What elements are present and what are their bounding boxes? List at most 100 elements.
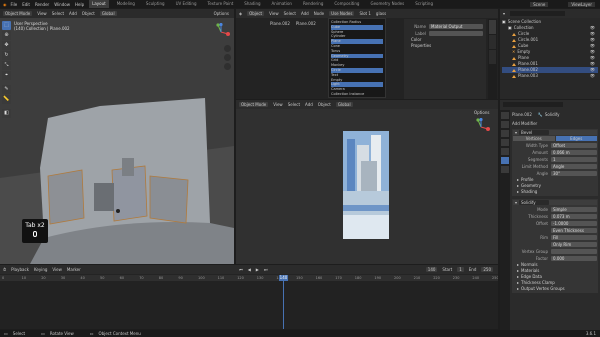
output-tab-icon[interactable] xyxy=(501,130,509,137)
add-menu-item[interactable]: Collection Instance xyxy=(331,92,383,97)
workspace-tab-geometry-nodes[interactable]: Geometry Nodes xyxy=(367,0,407,8)
sidebar-tab-view[interactable] xyxy=(489,50,496,64)
workspace-tab-sculpting[interactable]: Sculpting xyxy=(143,0,168,8)
workspace-tab-shading[interactable]: Shading xyxy=(241,0,263,8)
transform-orientation[interactable]: Global xyxy=(99,11,117,16)
menu-add[interactable]: Add xyxy=(69,11,77,16)
properties-search-input[interactable] xyxy=(503,102,563,107)
3d-viewport[interactable]: Object Mode View Select Add Object Globa… xyxy=(0,9,234,264)
transform-tool-icon[interactable]: ⌖ xyxy=(2,71,11,80)
render-menu-object[interactable]: Object xyxy=(318,102,331,107)
render-menu-select[interactable]: Select xyxy=(288,102,300,107)
property-value[interactable]: Only Rim xyxy=(551,241,597,247)
properties-editor[interactable]: Plane.002 🔧 Solidify Add Modifier ▾ Beve… xyxy=(500,100,600,337)
timeline[interactable]: ⏱ Playback Keying View Marker ⏮ ◀ ▶ ⏭ 14… xyxy=(0,265,498,329)
render-viewport[interactable]: Object Mode View Select Add Object Globa… xyxy=(236,100,498,264)
property-value[interactable]: 0.073 m xyxy=(551,213,597,219)
node-name-field[interactable]: Material Output xyxy=(429,23,483,29)
playhead-frame-badge[interactable]: 140 xyxy=(279,275,288,281)
property-value[interactable]: Angle xyxy=(551,163,597,169)
property-value[interactable]: 1 xyxy=(551,156,597,162)
sidebar-tab-tool[interactable] xyxy=(489,35,496,49)
menu-file[interactable]: File xyxy=(11,2,18,7)
measure-tool-icon[interactable]: 📏 xyxy=(2,95,11,104)
shader-menu-node[interactable]: Node xyxy=(314,11,324,16)
bevel-tab-vertices[interactable]: Vertices xyxy=(513,136,555,141)
outliner[interactable]: ▾ ▣ Scene Collection ▣ Collection 👁 Circle 👁 C… xyxy=(500,9,600,99)
expand-chevron-icon[interactable]: ▾ xyxy=(515,200,517,205)
shader-menu-select[interactable]: Select xyxy=(284,11,296,16)
node-label-field[interactable] xyxy=(429,30,483,36)
current-frame-field[interactable]: 140 xyxy=(425,267,438,272)
timeline-menu-playback[interactable]: Playback xyxy=(11,267,29,272)
property-value[interactable]: 0.000 xyxy=(551,255,597,261)
mode-selector[interactable]: Object Mode xyxy=(3,11,33,16)
playhead[interactable] xyxy=(283,275,284,329)
timeline-editor-icon[interactable]: ⏱ xyxy=(3,267,6,272)
timeline-menu-view[interactable]: View xyxy=(52,267,62,272)
workspace-tab-animation[interactable]: Animation xyxy=(269,0,295,8)
expand-chevron-icon[interactable]: ▾ xyxy=(515,130,517,135)
render-options-button[interactable]: Options xyxy=(474,110,489,115)
play-button[interactable]: ▶ xyxy=(256,267,259,272)
property-value[interactable] xyxy=(551,248,597,254)
material-selector[interactable]: glass xyxy=(376,11,386,16)
end-frame-field[interactable]: 250 xyxy=(481,267,493,272)
render-menu-add[interactable]: Add xyxy=(305,102,313,107)
render-tab-icon[interactable] xyxy=(501,121,509,128)
menu-view[interactable]: View xyxy=(37,11,47,16)
menu-help[interactable]: Help xyxy=(75,2,84,7)
render-menu-view[interactable]: View xyxy=(273,102,283,107)
collapsed-section[interactable]: ▸ Shading xyxy=(513,189,597,195)
jump-start-button[interactable]: ⏮ xyxy=(239,267,243,272)
render-transform-orientation[interactable]: Global xyxy=(335,102,353,107)
shader-editor[interactable]: ◈ Object View Select Add Node Use Nodes … xyxy=(236,9,498,99)
outliner-filter-icon[interactable]: ▾ xyxy=(503,11,505,16)
property-value[interactable]: Offset xyxy=(551,142,597,148)
solidify-name-field[interactable]: Solidify xyxy=(519,200,550,205)
shader-menu-add[interactable]: Add xyxy=(301,11,309,16)
workspace-tab-compositing[interactable]: Compositing xyxy=(331,0,362,8)
workspace-tab-layout[interactable]: Layout xyxy=(89,0,109,8)
add-cube-tool-icon[interactable]: ◧ xyxy=(2,109,11,118)
scene-selector[interactable]: Scene xyxy=(530,1,549,7)
scene-tab-icon[interactable] xyxy=(501,139,509,146)
select-tool-icon[interactable]: ⬚ xyxy=(2,21,11,30)
cursor-tool-icon[interactable]: ⊕ xyxy=(2,31,11,40)
modifier-tab-icon[interactable] xyxy=(501,157,509,164)
workspace-tab-uv-editing[interactable]: UV Editing xyxy=(173,0,200,8)
view-layer-selector[interactable]: ViewLayer xyxy=(568,1,595,7)
scale-tool-icon[interactable]: ⤡ xyxy=(2,61,11,70)
property-value[interactable]: 30° xyxy=(551,170,597,176)
material-tab-icon[interactable] xyxy=(501,166,509,173)
property-value[interactable]: Even Thickness xyxy=(551,227,597,233)
outliner-search-input[interactable] xyxy=(510,11,566,16)
use-nodes-checkbox[interactable]: Use Nodes xyxy=(329,11,355,16)
property-value[interactable]: -1.0000 xyxy=(551,220,597,226)
outliner-row[interactable]: Plane.003 👁 xyxy=(502,73,598,79)
blender-logo-icon[interactable]: ◉ xyxy=(3,2,7,7)
property-value[interactable]: Fill xyxy=(551,234,597,240)
menu-edit[interactable]: Edit xyxy=(22,2,30,7)
property-value[interactable]: Simple xyxy=(551,206,597,212)
jump-end-button[interactable]: ⏭ xyxy=(264,267,268,272)
slot-selector[interactable]: Slot 1 xyxy=(359,11,370,16)
rotate-tool-icon[interactable]: ↻ xyxy=(2,51,11,60)
object-tab-icon[interactable] xyxy=(501,148,509,155)
visibility-eye-icon[interactable]: 👁 xyxy=(590,73,595,79)
menu-render[interactable]: Render xyxy=(35,2,49,7)
menu-select[interactable]: Select xyxy=(52,11,64,16)
property-value[interactable]: 0.066 m xyxy=(551,149,597,155)
editor-type-icon[interactable]: ◈ xyxy=(239,11,242,16)
render-mode-selector[interactable]: Object Mode xyxy=(239,102,269,107)
zoom-icon[interactable] xyxy=(224,45,231,52)
add-modifier-button[interactable]: Add Modifier xyxy=(512,120,598,127)
annotate-tool-icon[interactable]: ✎ xyxy=(2,85,11,94)
workspace-tab-texture-paint[interactable]: Texture Paint xyxy=(204,0,236,8)
properties-section[interactable]: Properties xyxy=(407,43,483,49)
workspace-tab-modeling[interactable]: Modeling xyxy=(114,0,138,8)
timeline-menu-marker[interactable]: Marker xyxy=(67,267,81,272)
navigation-gizmo-icon[interactable] xyxy=(212,23,230,41)
collapsed-section[interactable]: ▸ Output Vertex Groups xyxy=(513,286,597,292)
bevel-tab-edges[interactable]: Edges xyxy=(555,136,597,141)
